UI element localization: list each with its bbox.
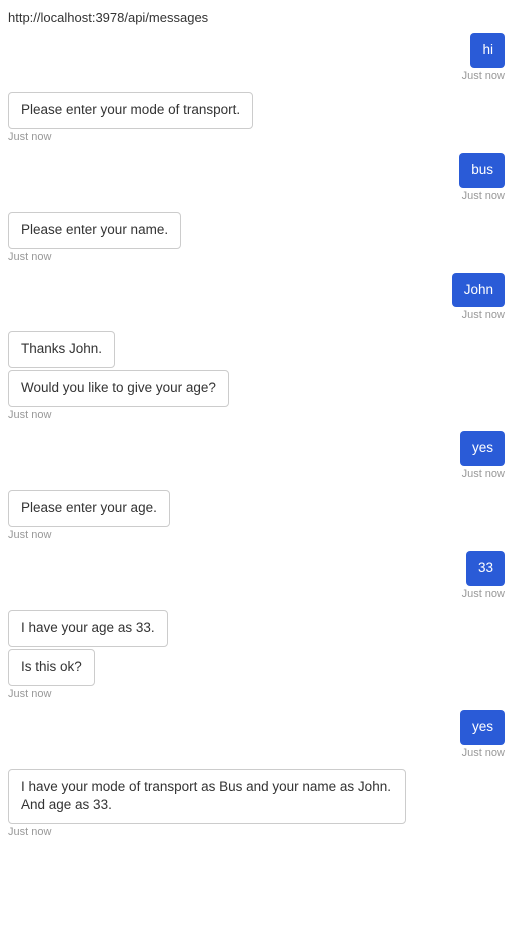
bot-timestamp: Just now xyxy=(8,131,505,143)
user-timestamp: Just now xyxy=(8,70,505,82)
user-message-row: John xyxy=(8,273,505,308)
user-bubble: bus xyxy=(459,153,505,188)
bot-timestamp: Just now xyxy=(8,688,505,700)
user-timestamp: Just now xyxy=(8,309,505,321)
user-message-row: 33 xyxy=(8,551,505,586)
bot-message-row: Please enter your age. xyxy=(8,490,505,527)
user-bubble: John xyxy=(452,273,505,308)
bot-timestamp: Just now xyxy=(8,409,505,421)
bot-bubble: Please enter your name. xyxy=(8,212,181,249)
bot-bubble: Is this ok? xyxy=(8,649,95,686)
user-message-row: bus xyxy=(8,153,505,188)
bot-timestamp: Just now xyxy=(8,529,505,541)
bot-bubble: Would you like to give your age? xyxy=(8,370,229,407)
bot-message-row: Thanks John. xyxy=(8,331,505,368)
user-message-row: hi xyxy=(8,33,505,68)
user-bubble: hi xyxy=(470,33,505,68)
bot-message-row: Would you like to give your age? xyxy=(8,370,505,407)
user-bubble: yes xyxy=(460,710,505,745)
user-timestamp: Just now xyxy=(8,747,505,759)
bot-message-row: Please enter your name. xyxy=(8,212,505,249)
user-bubble: 33 xyxy=(466,551,505,586)
user-timestamp: Just now xyxy=(8,190,505,202)
bot-message-row: Please enter your mode of transport. xyxy=(8,92,505,129)
bot-bubble: I have your age as 33. xyxy=(8,610,168,647)
bot-bubble: Please enter your age. xyxy=(8,490,170,527)
bot-bubble: Thanks John. xyxy=(8,331,115,368)
chat-container: hi Just now Please enter your mode of tran… xyxy=(0,33,513,848)
url-bar: http://localhost:3978/api/messages xyxy=(0,0,513,33)
user-message-row: yes xyxy=(8,710,505,745)
bot-bubble: Please enter your mode of transport. xyxy=(8,92,253,129)
user-timestamp: Just now xyxy=(8,588,505,600)
bot-timestamp: Just now xyxy=(8,826,505,838)
bot-timestamp: Just now xyxy=(8,251,505,263)
bot-message-row: Is this ok? xyxy=(8,649,505,686)
user-timestamp: Just now xyxy=(8,468,505,480)
user-bubble: yes xyxy=(460,431,505,466)
bot-message-row: I have your age as 33. xyxy=(8,610,505,647)
bot-message-row: I have your mode of transport as Bus and… xyxy=(8,769,505,825)
user-message-row: yes xyxy=(8,431,505,466)
bot-bubble: I have your mode of transport as Bus and… xyxy=(8,769,406,825)
